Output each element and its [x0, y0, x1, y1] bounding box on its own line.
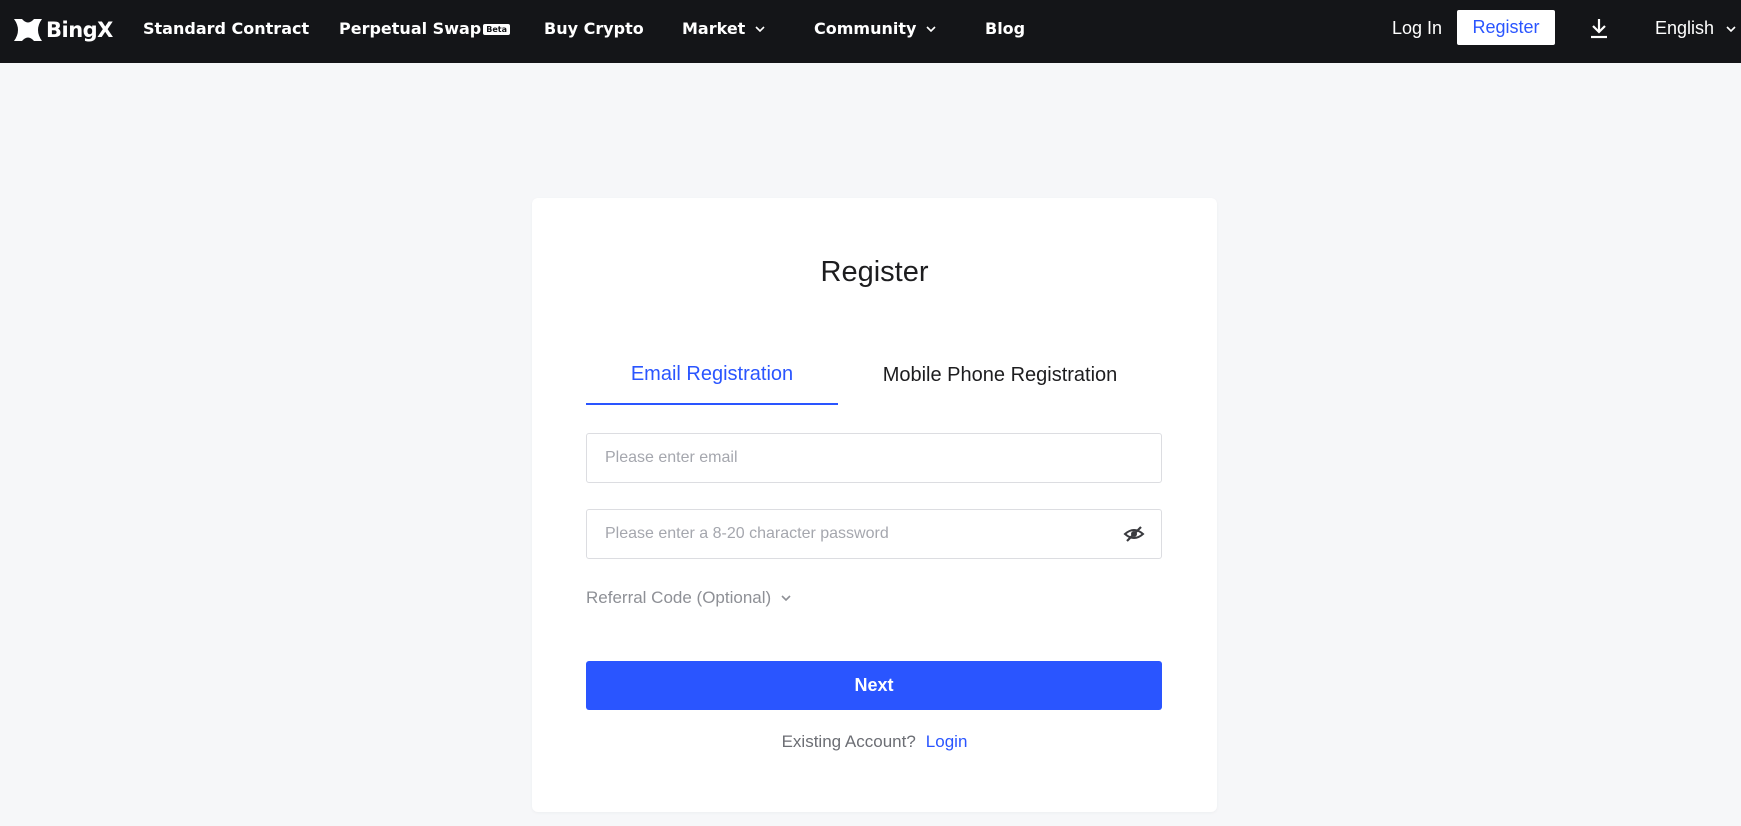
- login-link[interactable]: Login: [926, 732, 968, 751]
- nav-blog[interactable]: Blog: [985, 0, 1025, 57]
- nav-standard-contract[interactable]: Standard Contract: [143, 0, 309, 57]
- download-icon[interactable]: [1588, 16, 1610, 40]
- referral-code-toggle[interactable]: Referral Code (Optional): [586, 586, 791, 610]
- nav-community-label: Community: [814, 19, 917, 38]
- nav-perpetual-swap[interactable]: Perpetual Swap Beta: [339, 0, 510, 57]
- tab-mobile-phone-registration[interactable]: Mobile Phone Registration: [838, 345, 1162, 405]
- language-label: English: [1655, 18, 1715, 38]
- existing-account-text: Existing Account?: [781, 732, 916, 751]
- tab-email-registration[interactable]: Email Registration: [586, 345, 838, 405]
- nav-standard-contract-label: Standard Contract: [143, 19, 310, 38]
- header-login-link[interactable]: Log In: [1392, 0, 1442, 57]
- chevron-down-icon: [755, 25, 765, 32]
- nav-buy-crypto[interactable]: Buy Crypto: [544, 0, 644, 57]
- register-card: Register Email Registration Mobile Phone…: [532, 198, 1217, 812]
- top-nav-bar: BingX Standard Contract Perpetual Swap B…: [0, 0, 1741, 63]
- existing-account-row: Existing Account? Login: [532, 732, 1217, 752]
- nav-market[interactable]: Market: [682, 0, 765, 57]
- bingx-logo[interactable]: BingX: [12, 14, 113, 46]
- registration-tabs: Email Registration Mobile Phone Registra…: [586, 345, 1162, 405]
- logo-text: BingX: [46, 18, 113, 42]
- chevron-down-icon: [926, 25, 936, 32]
- next-button[interactable]: Next: [586, 661, 1162, 710]
- bingx-logo-icon: [14, 19, 42, 41]
- nav-buy-crypto-label: Buy Crypto: [544, 19, 644, 38]
- email-input[interactable]: [587, 434, 1161, 482]
- nav-blog-label: Blog: [985, 19, 1026, 38]
- referral-code-label: Referral Code (Optional): [586, 588, 772, 607]
- beta-badge: Beta: [483, 24, 510, 35]
- nav-perpetual-swap-label: Perpetual Swap: [339, 19, 482, 38]
- eye-off-icon[interactable]: [1123, 523, 1145, 545]
- password-input[interactable]: [587, 510, 1161, 558]
- header-register-button[interactable]: Register: [1457, 10, 1555, 45]
- page-title: Register: [820, 256, 929, 288]
- nav-market-label: Market: [682, 19, 746, 38]
- nav-community[interactable]: Community: [814, 0, 936, 57]
- password-field: [586, 509, 1162, 559]
- chevron-down-icon: [1726, 25, 1736, 32]
- chevron-down-icon: [781, 595, 791, 601]
- language-selector[interactable]: English: [1655, 0, 1736, 57]
- email-field: [586, 433, 1162, 483]
